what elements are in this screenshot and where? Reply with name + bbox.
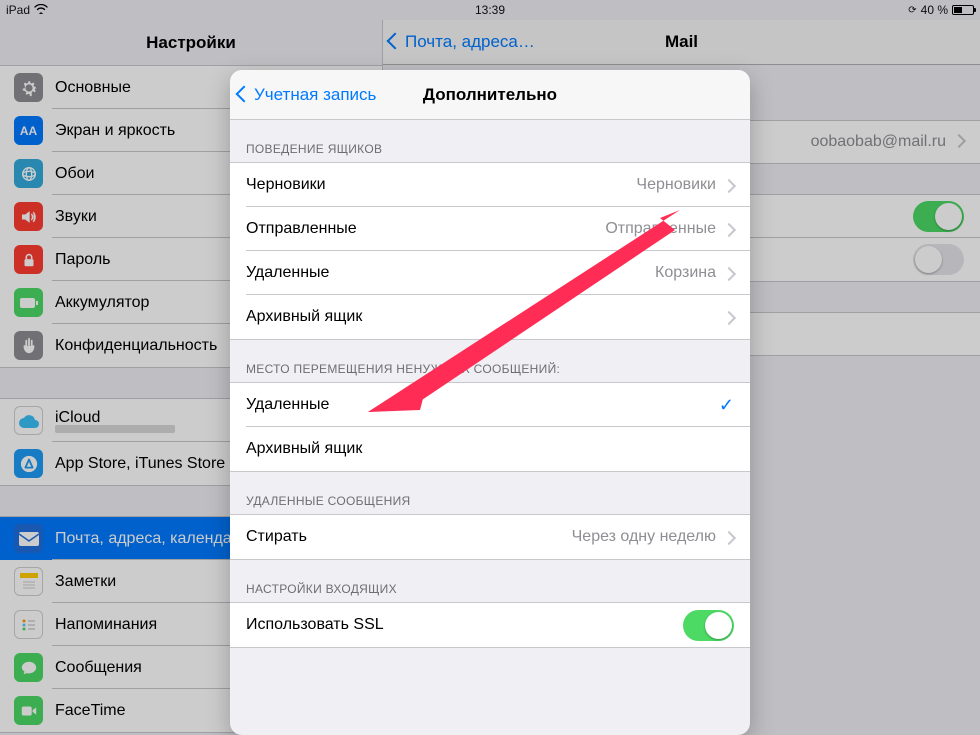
row-label: Стирать — [246, 528, 307, 546]
chevron-right-icon — [724, 307, 734, 328]
check-icon: ✓ — [719, 395, 734, 416]
chevron-right-icon — [724, 219, 734, 240]
modal-back-label: Учетная запись — [254, 85, 376, 105]
row-value: Отправленные — [605, 220, 716, 238]
row-label: Архивный ящик — [246, 440, 362, 458]
modal-navbar: Учетная запись Дополнительно — [230, 70, 750, 120]
modal-row[interactable]: Стирать Через одну неделю — [230, 515, 750, 559]
modal-row[interactable]: Черновики Черновики — [230, 163, 750, 207]
switch[interactable] — [683, 610, 734, 641]
section-header: НАСТРОЙКИ ВХОДЯЩИХ — [230, 560, 750, 602]
row-label: Удаленные — [246, 396, 329, 414]
chevron-right-icon — [724, 527, 734, 548]
row-value: Корзина — [655, 264, 716, 282]
chevron-right-icon — [724, 263, 734, 284]
row-value: Черновики — [636, 176, 716, 194]
row-label: Использовать SSL — [246, 616, 384, 634]
modal-row[interactable]: Удаленные Корзина — [230, 251, 750, 295]
modal-row[interactable]: Архивный ящик — [230, 427, 750, 471]
modal-row[interactable]: Удаленные ✓ — [230, 383, 750, 427]
advanced-modal: Учетная запись Дополнительно ПОВЕДЕНИЕ Я… — [230, 70, 750, 735]
section-header: ПОВЕДЕНИЕ ЯЩИКОВ — [230, 120, 750, 162]
row-value: Через одну неделю — [572, 528, 716, 546]
section-header: УДАЛЕННЫЕ СООБЩЕНИЯ — [230, 472, 750, 514]
row-label: Отправленные — [246, 220, 357, 238]
modal-back-button[interactable]: Учетная запись — [230, 85, 376, 105]
modal-row[interactable]: Отправленные Отправленные — [230, 207, 750, 251]
modal-row[interactable]: Использовать SSL — [230, 603, 750, 647]
row-label: Архивный ящик — [246, 308, 362, 326]
chevron-left-icon — [238, 85, 254, 105]
row-label: Удаленные — [246, 264, 329, 282]
chevron-right-icon — [724, 175, 734, 196]
section-header: МЕСТО ПЕРЕМЕЩЕНИЯ НЕНУЖНЫХ СООБЩЕНИЙ: — [230, 340, 750, 382]
modal-row[interactable]: Архивный ящик — [230, 295, 750, 339]
row-label: Черновики — [246, 176, 326, 194]
